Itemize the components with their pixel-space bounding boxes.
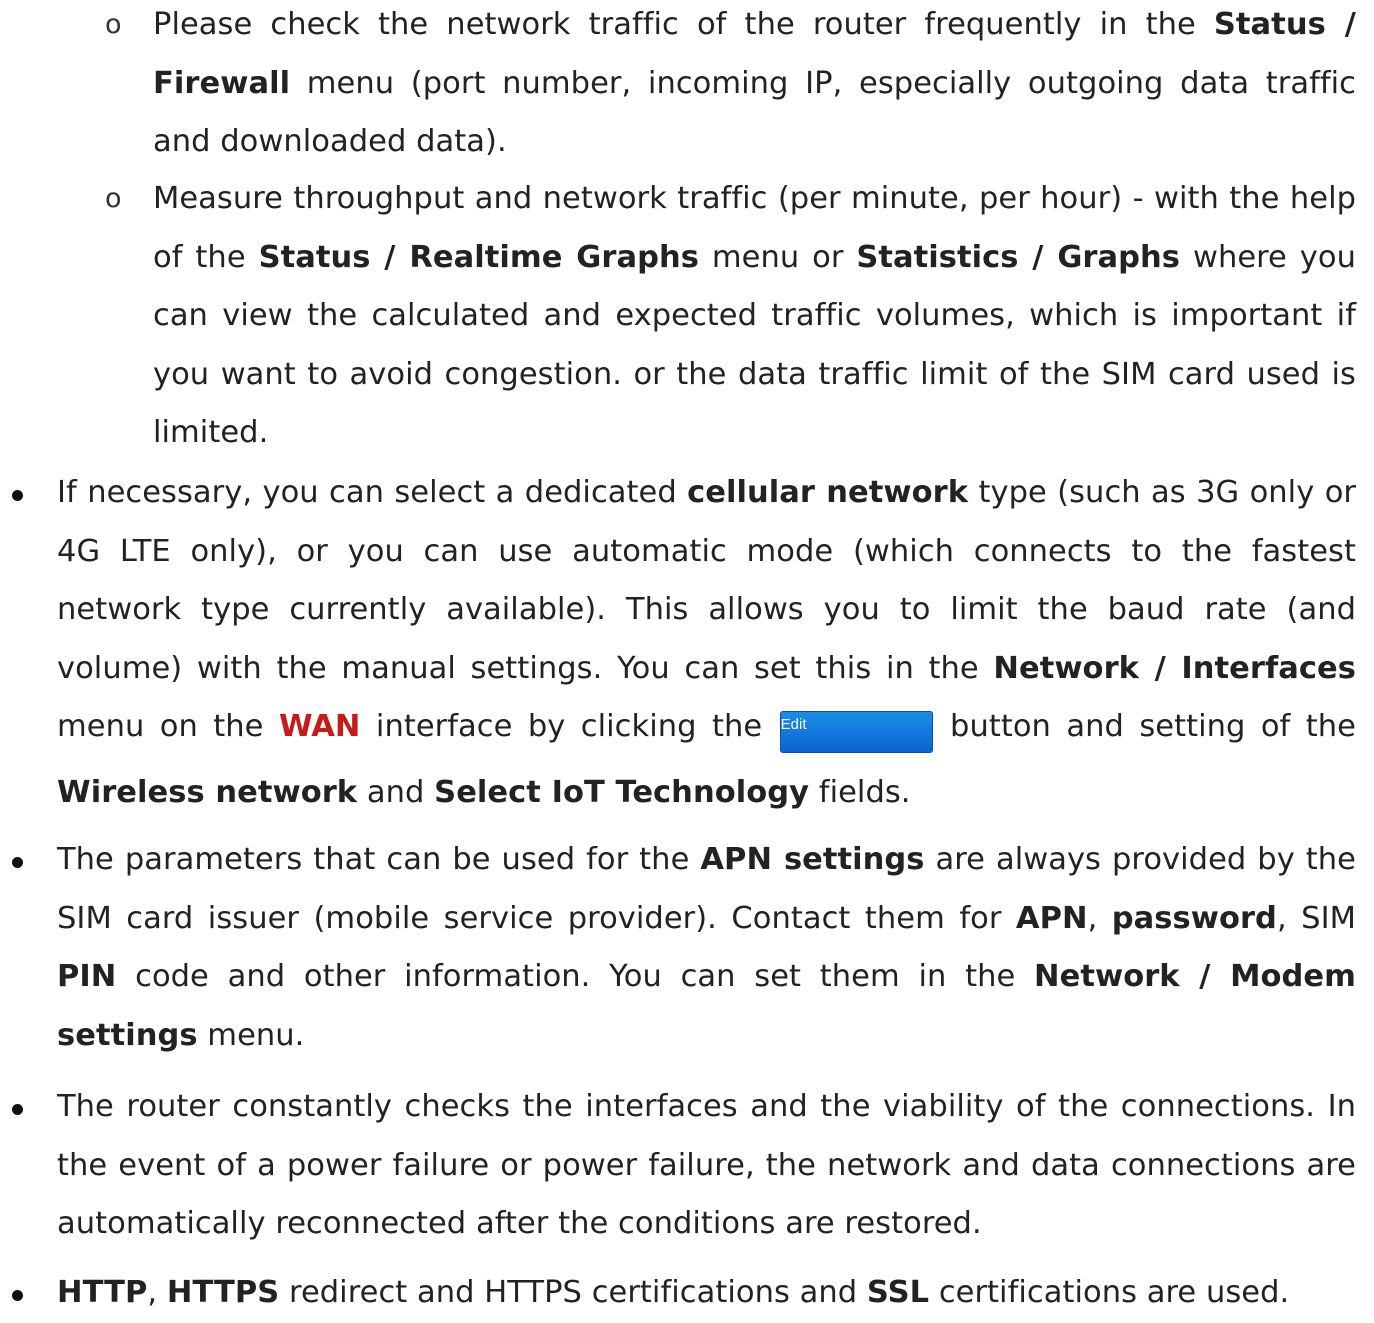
list-item-text: If necessary, you can select a dedicated…	[57, 475, 1356, 811]
edit-button[interactable]: Edit	[779, 711, 933, 754]
http-term: HTTP	[57, 1275, 148, 1310]
wireless-network-field: Wireless network	[57, 775, 358, 811]
bullet-icon	[12, 1078, 23, 1137]
password-term: password	[1111, 900, 1277, 936]
apn-term: APN	[1015, 900, 1088, 936]
bullet-icon	[12, 1264, 23, 1323]
https-term: HTTPS	[166, 1275, 280, 1310]
bullet-icon	[12, 464, 23, 523]
list-item-text: The router constantly checks the interfa…	[57, 1089, 1356, 1242]
circle-bullet-icon: o	[105, 9, 122, 40]
wan-label: WAN	[278, 709, 361, 745]
circle-bullet-icon: o	[105, 183, 122, 214]
select-iot-technology-field: Select IoT Technology	[434, 775, 810, 811]
pin-term: PIN	[57, 959, 117, 995]
sub-item-text: Measure throughput and network traffic (…	[153, 181, 1356, 451]
ssl-term: SSL	[866, 1275, 930, 1310]
menu-path-statistics-graphs: Statistics / Graphs	[856, 239, 1181, 275]
sub-item-text: Please check the network traffic of the …	[153, 7, 1356, 160]
cellular-network-term: cellular network	[687, 475, 969, 510]
apn-settings-term: APN settings	[700, 842, 925, 877]
list-item-text: The parameters that can be used for the …	[57, 842, 1356, 1053]
menu-path-realtime-graphs: Status / Realtime Graphs	[258, 239, 699, 275]
bullet-icon	[12, 831, 23, 890]
list-item-text: HTTP, HTTPS redirect and HTTPS certifica…	[57, 1275, 1290, 1310]
menu-path-network-interfaces: Network / Interfaces	[993, 650, 1356, 686]
